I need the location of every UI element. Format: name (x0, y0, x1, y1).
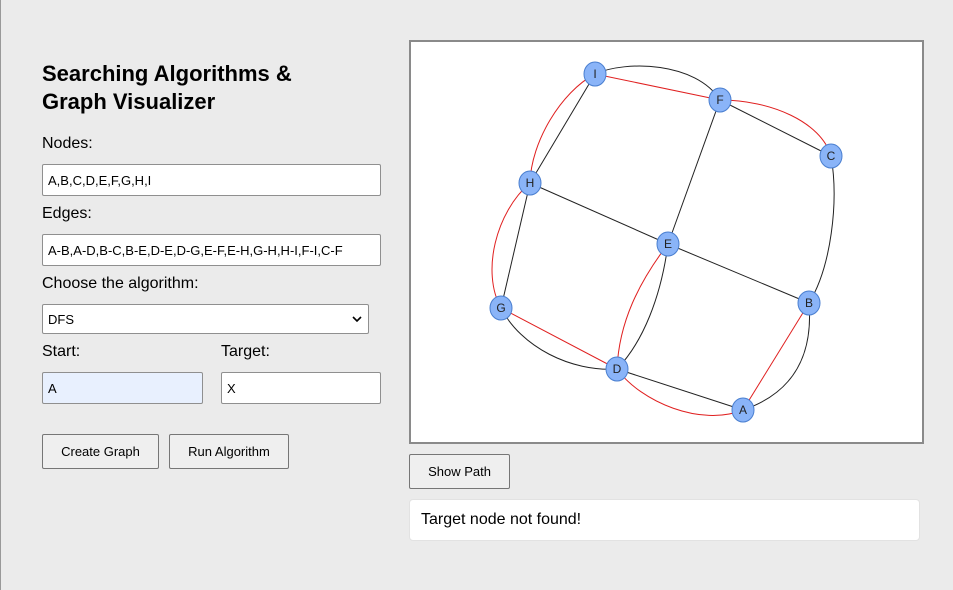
algorithm-select[interactable]: DFS (42, 304, 369, 334)
graph-node-label: C (827, 149, 836, 163)
graph-edge-b-e (667, 243, 810, 304)
traversal-edge-g-h (491, 182, 531, 309)
graph-edge-e-f (667, 99, 721, 245)
graph-node-d[interactable]: D (605, 356, 629, 382)
graph-node-label: E (664, 237, 672, 251)
nodes-label: Nodes: (42, 135, 93, 152)
target-label: Target: (221, 343, 270, 360)
graph-edge-f-i (594, 65, 721, 101)
graph-node-a[interactable]: A (731, 397, 755, 423)
graph-node-label: H (526, 176, 535, 190)
traversal-edge-d-e (616, 243, 669, 370)
target-input[interactable]: X (221, 372, 381, 404)
run-algorithm-button[interactable]: Run Algorithm (169, 434, 289, 469)
graph-node-label: F (716, 93, 723, 107)
graph-node-i[interactable]: I (583, 61, 607, 87)
graph-node-label: I (593, 67, 596, 81)
edges-label: Edges: (42, 205, 92, 222)
algorithm-selected-value: DFS (48, 311, 74, 327)
graph-edge-d-e (616, 243, 669, 370)
graph-node-g[interactable]: G (489, 295, 513, 321)
edges-input[interactable]: A-B,A-D,B-C,B-E,D-E,D-G,E-F,E-H,G-H,H-I,… (42, 234, 381, 266)
traversal-edge-a-b (742, 302, 810, 411)
status-message: Target node not found! (409, 499, 920, 541)
graph-node-e[interactable]: E (656, 231, 680, 257)
traversal-edge-d-g (500, 307, 618, 370)
show-path-button[interactable]: Show Path (409, 454, 510, 489)
graph-node-b[interactable]: B (797, 290, 821, 316)
graph-edge-a-d (616, 368, 744, 411)
graph-edge-b-c (808, 155, 835, 304)
create-graph-button[interactable]: Create Graph (42, 434, 159, 469)
algorithm-label: Choose the algorithm: (42, 275, 199, 292)
graph-node-label: D (613, 362, 622, 376)
traversal-edge-a-d (616, 368, 744, 416)
graph-node-label: A (739, 403, 747, 417)
nodes-input[interactable]: A,B,C,D,E,F,G,H,I (42, 164, 381, 196)
graph-canvas[interactable]: I F C H E G B D A (409, 40, 924, 444)
page-title: Searching Algorithms & Graph Visualizer (42, 61, 292, 114)
start-label: Start: (42, 343, 81, 360)
graph-edge-e-h (529, 182, 669, 245)
chevron-down-icon (352, 316, 362, 323)
graph-node-label: B (805, 296, 813, 310)
start-input[interactable]: A (42, 372, 203, 404)
graph-visualization: I F C H E G B D A (489, 61, 843, 423)
graph-edge-g-h (500, 182, 531, 309)
graph-edge-h-i (529, 73, 596, 184)
graph-node-h[interactable]: H (518, 170, 542, 196)
graph-node-label: G (496, 301, 505, 315)
graph-node-c[interactable]: C (819, 143, 843, 169)
traversal-edge-f-i (594, 73, 721, 101)
graph-node-f[interactable]: F (708, 87, 732, 113)
